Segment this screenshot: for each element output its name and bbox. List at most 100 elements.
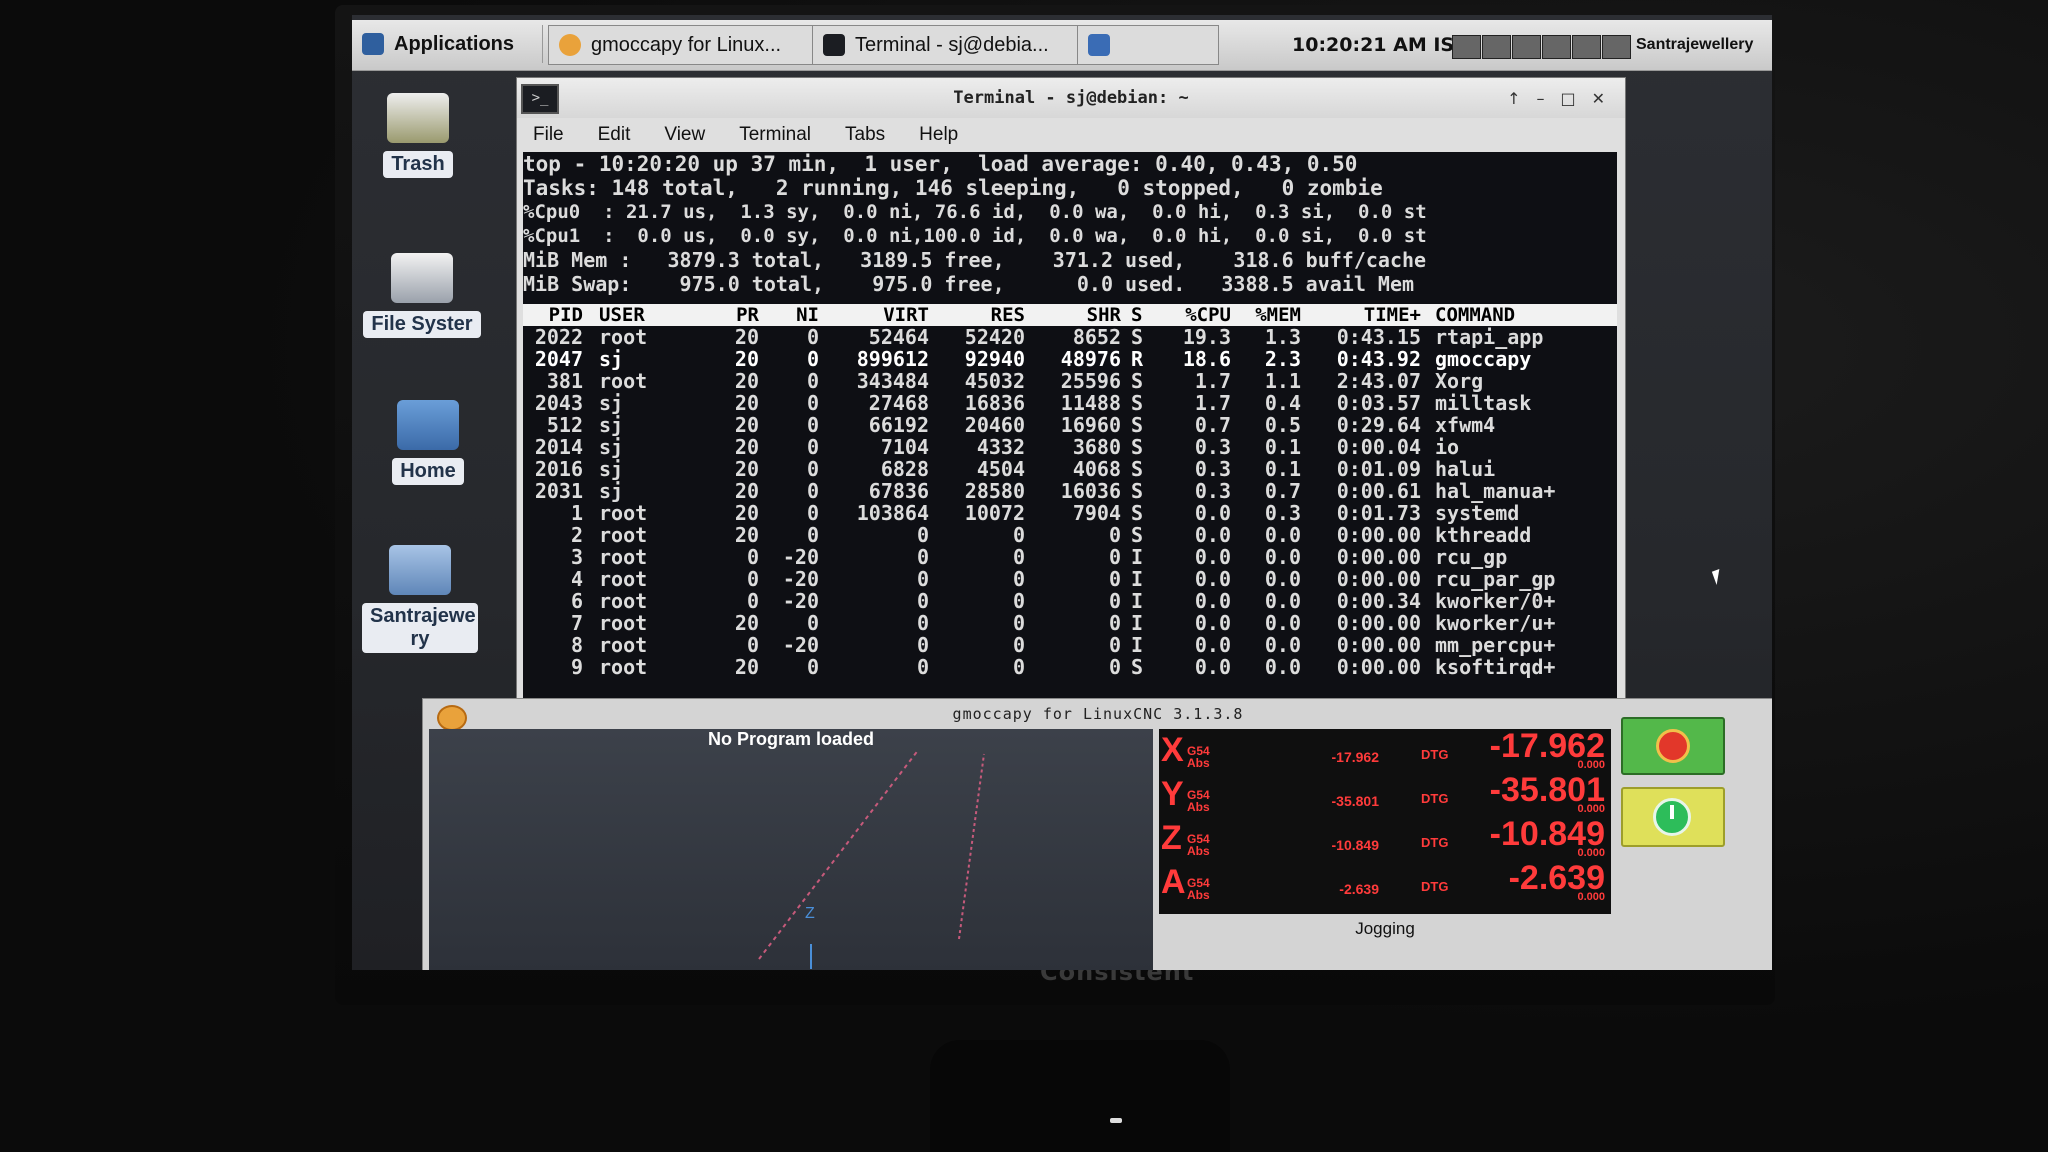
workspace-6[interactable] — [1602, 35, 1631, 59]
dro-dtg-value: 0.000 — [1577, 803, 1605, 815]
menu-help[interactable]: Help — [919, 124, 958, 146]
table-cell: 20 — [734, 369, 759, 393]
dro-abs-label: Abs — [1187, 800, 1210, 814]
table-cell: hal_manua+ — [1435, 479, 1556, 503]
table-cell: root — [599, 501, 648, 525]
terminal-output[interactable]: top - 10:20:20 up 37 min, 1 user, load a… — [523, 152, 1617, 706]
table-cell: root — [599, 633, 648, 657]
table-row: 1 root 20 0 103864 10072 7904 S 0.0 0.3 0:01.73 sys… — [523, 503, 1617, 524]
gcode-preview[interactable]: No Program loaded Z — [429, 729, 1153, 970]
tasks-line: Tasks: 148 total, 2 running, 146 sleepin… — [523, 176, 1383, 200]
menu-tabs[interactable]: Tabs — [845, 124, 885, 146]
maximize-icon[interactable]: □ — [1560, 89, 1575, 108]
table-cell: 52420 — [964, 325, 1025, 349]
filesystem-label: File Syster — [363, 311, 481, 338]
table-cell: 0.0 — [1194, 523, 1231, 547]
dro-axis-letter: X — [1161, 731, 1184, 769]
workspace-1[interactable] — [1452, 35, 1481, 59]
table-cell: 2043 — [534, 391, 583, 415]
table-cell: 381 — [546, 369, 583, 393]
minimize-icon[interactable]: – — [1536, 89, 1544, 108]
table-cell: rcu_par_gp — [1435, 567, 1556, 591]
table-cell: 20 — [734, 501, 759, 525]
table-cell: xfwm4 — [1435, 413, 1496, 437]
z-axis-label: Z — [805, 905, 815, 922]
dro-row-a[interactable]: A G54 -2.639 DTG -2.639 0.000 Abs — [1159, 859, 1611, 907]
terminal-title: Terminal - sj@debian: ~ — [517, 78, 1625, 118]
table-cell: 0.0 — [1264, 567, 1301, 591]
gmoccapy-title: gmoccapy for LinuxCNC 3.1.3.8 — [952, 705, 1244, 723]
table-cell: 0 — [806, 413, 819, 437]
table-cell: 10072 — [964, 501, 1025, 525]
workspace-5[interactable] — [1572, 35, 1601, 59]
desktop-icon-trash[interactable]: Trash — [358, 93, 478, 178]
taskbar-gmoccapy[interactable]: gmoccapy for Linux... — [548, 25, 820, 65]
workspace-3[interactable] — [1512, 35, 1541, 59]
menu-terminal[interactable]: Terminal — [739, 124, 811, 146]
desktop-icon-home[interactable]: Home — [368, 400, 488, 485]
menu-edit[interactable]: Edit — [598, 124, 631, 146]
table-cell: I — [1131, 545, 1144, 569]
taskbar-terminal[interactable]: Terminal - sj@debia... — [812, 25, 1084, 65]
preview-tool-path — [758, 748, 985, 969]
table-cell: rcu_gp — [1435, 545, 1508, 569]
jogging-label: Jogging — [1355, 919, 1415, 938]
menu-view[interactable]: View — [664, 124, 705, 146]
table-cell: 2 — [570, 523, 583, 547]
table-cell: 0 — [1012, 567, 1025, 591]
table-cell: 28580 — [964, 479, 1025, 503]
table-cell: 2:43.07 — [1336, 369, 1421, 393]
table-cell: root — [599, 545, 648, 569]
table-cell: root — [599, 523, 648, 547]
table-cell: -20 — [782, 633, 819, 657]
dro-row-z[interactable]: Z G54 -10.849 DTG -10.849 0.000 Abs — [1159, 815, 1611, 863]
table-cell: 3 — [570, 545, 583, 569]
table-cell: 27468 — [868, 391, 929, 415]
table-cell: 2.3 — [1264, 347, 1301, 371]
table-cell: 20 — [734, 655, 759, 679]
table-cell: 8652 — [1072, 325, 1121, 349]
applications-menu-button[interactable]: Applications — [352, 25, 543, 63]
column-header: NI — [796, 304, 819, 326]
close-icon[interactable]: ✕ — [1592, 89, 1605, 108]
table-row: 2014 sj 20 0 7104 4332 3680 S 0.3 0.1 0:00.04 io — [523, 437, 1617, 458]
menu-file[interactable]: File — [533, 124, 564, 146]
table-cell: 7104 — [880, 435, 929, 459]
table-cell: sj — [599, 347, 624, 371]
table-cell: 2047 — [534, 347, 583, 371]
table-cell: 1.1 — [1264, 369, 1301, 393]
dro-row-x[interactable]: X G54 -17.962 DTG -17.962 0.000 Abs — [1159, 727, 1611, 775]
table-cell: 0.0 — [1264, 611, 1301, 635]
estop-icon — [1656, 729, 1690, 763]
table-cell: 0.3 — [1194, 479, 1231, 503]
column-header: USER — [599, 304, 645, 326]
dro-abs-value: -17.962 — [1331, 749, 1379, 765]
table-cell: S — [1131, 457, 1144, 481]
table-cell: 20 — [734, 457, 759, 481]
table-cell: 4504 — [976, 457, 1025, 481]
desktop-icon-filesystem[interactable]: File Syster — [362, 253, 482, 338]
table-cell: 0 — [1012, 589, 1025, 613]
machine-power-button[interactable] — [1621, 787, 1725, 847]
table-cell: 0 — [1012, 655, 1025, 679]
estop-button[interactable] — [1621, 717, 1725, 775]
column-header: TIME+ — [1363, 304, 1421, 326]
trash-icon — [387, 93, 449, 143]
dro-row-y[interactable]: Y G54 -35.801 DTG -35.801 0.000 Abs — [1159, 771, 1611, 819]
desktop-icon-santrajewellery[interactable]: Santrajewe ry — [360, 545, 480, 653]
preview-vertical-line — [958, 753, 985, 940]
workspace-2[interactable] — [1482, 35, 1511, 59]
user-name[interactable]: Santrajewellery — [1636, 36, 1753, 54]
table-cell: 2014 — [534, 435, 583, 459]
up-icon[interactable]: ↑ — [1507, 89, 1520, 108]
table-cell: 67836 — [868, 479, 929, 503]
table-cell: root — [599, 369, 648, 393]
table-cell: 0 — [806, 457, 819, 481]
dro-axis-letter: Z — [1161, 819, 1182, 857]
table-cell: S — [1131, 391, 1144, 415]
taskbar-item-3[interactable] — [1077, 25, 1219, 65]
clock[interactable]: 10:20:21 AM IST — [1292, 34, 1467, 56]
table-cell: 2016 — [534, 457, 583, 481]
table-cell: 4068 — [1072, 457, 1121, 481]
workspace-4[interactable] — [1542, 35, 1571, 59]
